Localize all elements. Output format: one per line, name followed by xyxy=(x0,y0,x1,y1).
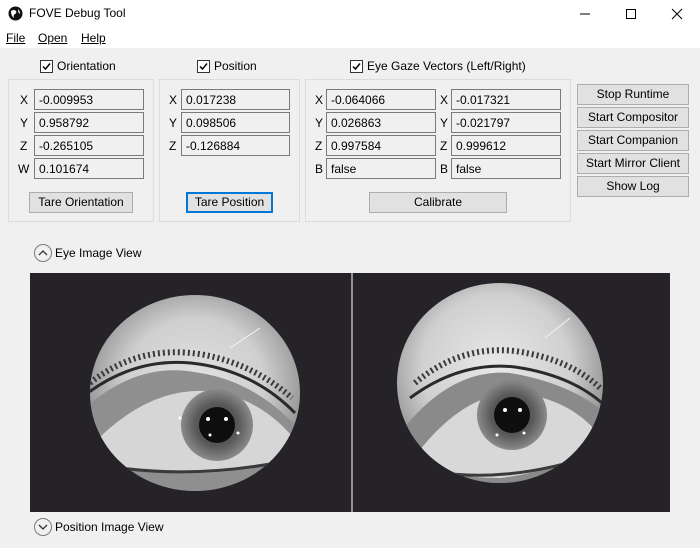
gaze-left-b-field: false xyxy=(326,158,436,179)
position-z-field: -0.126884 xyxy=(181,135,290,156)
position-x-label: X xyxy=(169,93,178,107)
gaze-right-x-field: -0.017321 xyxy=(451,89,561,110)
eye-image-view-label: Eye Image View xyxy=(55,246,142,260)
position-checkbox[interactable] xyxy=(197,59,210,73)
gaze-right-b-label: B xyxy=(440,162,449,176)
position-checkbox-label: Position xyxy=(214,59,257,73)
eye-camera-images xyxy=(90,273,603,512)
start-companion-button[interactable]: Start Companion xyxy=(577,130,689,151)
orientation-y-field: 0.958792 xyxy=(34,112,144,133)
gaze-checkbox[interactable] xyxy=(350,59,363,73)
gaze-left-x-field: -0.064066 xyxy=(326,89,436,110)
gaze-left-b-label: B xyxy=(315,162,324,176)
start-compositor-button[interactable]: Start Compositor xyxy=(577,107,689,128)
eye-image-view-toggle[interactable]: Eye Image View xyxy=(34,244,142,262)
gaze-right-z-field: 0.999612 xyxy=(451,135,561,156)
gaze-left-z-field: 0.997584 xyxy=(326,135,436,156)
gaze-right-y-field: -0.021797 xyxy=(451,112,561,133)
chevron-up-icon xyxy=(38,250,48,256)
gaze-left-x-label: X xyxy=(315,93,324,107)
calibrate-button[interactable]: Calibrate xyxy=(369,192,507,213)
position-x-field: 0.017238 xyxy=(181,89,290,110)
checkmark-icon xyxy=(352,62,361,70)
chevron-down-icon xyxy=(38,524,48,530)
tare-orientation-button[interactable]: Tare Orientation xyxy=(29,192,133,213)
position-z-label: Z xyxy=(169,139,177,153)
menu-open[interactable]: Open xyxy=(38,31,67,45)
gaze-checkbox-row[interactable]: Eye Gaze Vectors (Left/Right) xyxy=(350,58,526,74)
gaze-right-x-label: X xyxy=(440,93,449,107)
eye-image-view xyxy=(30,273,670,512)
right-eye-image xyxy=(397,283,603,483)
gaze-left-y-field: 0.026863 xyxy=(326,112,436,133)
eye-image-collapse-button[interactable] xyxy=(34,244,52,262)
orientation-x-field: -0.009953 xyxy=(34,89,144,110)
left-eye-image xyxy=(90,295,300,491)
maximize-button[interactable] xyxy=(608,0,654,28)
menu-help[interactable]: Help xyxy=(81,31,106,45)
checkmark-icon xyxy=(42,62,51,70)
title-bar[interactable]: FOVE Debug Tool xyxy=(0,0,700,28)
menu-file[interactable]: File xyxy=(6,31,25,45)
gaze-checkbox-label: Eye Gaze Vectors (Left/Right) xyxy=(367,59,526,73)
close-button[interactable] xyxy=(654,0,700,28)
orientation-checkbox-label: Orientation xyxy=(57,59,116,73)
globe-icon xyxy=(8,6,23,21)
minimize-button[interactable] xyxy=(562,0,608,28)
position-image-view-label: Position Image View xyxy=(55,520,164,534)
orientation-x-label: X xyxy=(20,93,29,107)
gaze-right-b-field: false xyxy=(451,158,561,179)
stop-runtime-button[interactable]: Stop Runtime xyxy=(577,84,689,105)
orientation-z-field: -0.265105 xyxy=(34,135,144,156)
orientation-y-label: Y xyxy=(20,116,29,130)
gaze-left-z-label: Z xyxy=(315,139,323,153)
start-mirror-client-button[interactable]: Start Mirror Client xyxy=(577,153,689,174)
orientation-checkbox-row[interactable]: Orientation xyxy=(40,58,116,74)
orientation-w-field: 0.101674 xyxy=(34,158,144,179)
gaze-right-y-label: Y xyxy=(440,116,449,130)
maximize-icon xyxy=(626,9,636,19)
orientation-checkbox[interactable] xyxy=(40,59,53,73)
show-log-button[interactable]: Show Log xyxy=(577,176,689,197)
window-title: FOVE Debug Tool xyxy=(29,6,126,20)
position-checkbox-row[interactable]: Position xyxy=(197,58,257,74)
tare-position-button[interactable]: Tare Position xyxy=(186,192,273,213)
gaze-left-y-label: Y xyxy=(315,116,324,130)
orientation-z-label: Z xyxy=(20,139,28,153)
orientation-w-label: W xyxy=(18,162,30,176)
position-image-expand-button[interactable] xyxy=(34,518,52,536)
position-y-field: 0.098506 xyxy=(181,112,290,133)
minimize-icon xyxy=(580,13,590,15)
position-y-label: Y xyxy=(169,116,178,130)
close-icon xyxy=(671,8,683,20)
gaze-right-z-label: Z xyxy=(440,139,448,153)
menu-bar: File Open Help xyxy=(0,28,700,48)
checkmark-icon xyxy=(199,62,208,70)
position-image-view-toggle[interactable]: Position Image View xyxy=(34,518,164,536)
